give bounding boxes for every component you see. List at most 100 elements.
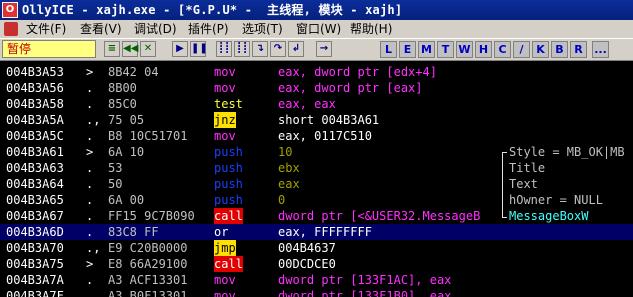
step-into-icon[interactable]: ┋┋: [216, 41, 232, 57]
menu-plugins[interactable]: 插件(P): [188, 21, 229, 37]
execute-till-return-icon[interactable]: ↲: [288, 41, 304, 57]
comment-bracket: [502, 152, 507, 218]
hex-dump: A3 B0F13301: [108, 289, 188, 297]
operand: eax, FFFFFFFF: [278, 225, 372, 239]
step-over-icon[interactable]: ┋┋: [234, 41, 250, 57]
address: 004B3A5A: [6, 113, 64, 127]
ollyice-window: O OllyICE - xajh.exe - [*G.P.U* - 主线程, 模…: [0, 0, 633, 297]
comment-line: Title: [509, 161, 546, 175]
mnemonic: test: [214, 97, 243, 111]
trace-over-icon[interactable]: ↷: [270, 41, 286, 57]
operand: eax, 0117C510: [278, 129, 372, 143]
hex-dump: 83C8 FF: [108, 225, 159, 239]
disasm-row[interactable]: 004B3A56. 8B00 mov eax, dword ptr [eax]: [0, 80, 633, 96]
hex-dump: 6A 00: [108, 193, 145, 207]
hex-dump: 50: [108, 177, 123, 191]
operand: short 004B3A61: [278, 113, 380, 127]
hex-dump: 85C0: [108, 97, 137, 111]
trace-into-icon[interactable]: ↴: [252, 41, 268, 57]
address: 004B3A61: [6, 145, 64, 159]
run-trace-button[interactable]: ...: [592, 41, 609, 58]
restart-icon[interactable]: ◀◀: [122, 41, 138, 57]
mnemonic: mov: [214, 65, 236, 79]
jump-marker: >: [86, 145, 94, 159]
modules-button[interactable]: E: [399, 41, 416, 58]
cpu-button[interactable]: C: [494, 41, 511, 58]
operand: dword ptr [133F1AC], eax: [278, 273, 452, 287]
pause-icon[interactable]: ❚❚: [190, 41, 208, 57]
mnemonic: call: [214, 256, 243, 272]
mnemonic: jnz: [214, 112, 236, 128]
mnemonic: push: [214, 161, 243, 175]
threads-button[interactable]: T: [437, 41, 454, 58]
menu-file[interactable]: 文件(F): [26, 21, 66, 37]
hex-dump: 8B00: [108, 81, 137, 95]
jump-marker: >: [86, 65, 94, 79]
patches-button[interactable]: /: [513, 41, 530, 58]
system-menu-icon[interactable]: [4, 22, 18, 36]
handles-button[interactable]: H: [475, 41, 492, 58]
disasm-row[interactable]: 004B3A70., E9 C20B0000 jmp 004B4637: [0, 240, 633, 256]
menu-debug[interactable]: 调试(D): [134, 21, 177, 37]
jump-marker: .: [86, 225, 94, 239]
address: 004B3A70: [6, 241, 64, 255]
comment-line: Text: [509, 177, 538, 191]
address: 004B3A7A: [6, 273, 64, 287]
memory-map-button[interactable]: M: [418, 41, 435, 58]
mnemonic: mov: [214, 129, 236, 143]
jump-marker: .: [86, 161, 94, 175]
menu-view[interactable]: 查看(V): [80, 21, 122, 37]
comment-line-api: MessageBoxW: [509, 209, 589, 223]
log-window-button[interactable]: L: [380, 41, 397, 58]
comment-box: Style = MB_OK|MB Title Text hOwner = NUL…: [499, 145, 633, 226]
mnemonic: or: [214, 225, 229, 239]
breakpoints-button[interactable]: B: [551, 41, 568, 58]
address: 004B3A67: [6, 209, 64, 223]
operand: dword ptr [133F1B0], eax: [278, 289, 452, 297]
run-icon[interactable]: ▶: [172, 41, 188, 57]
jump-marker: .: [86, 177, 94, 191]
disasm-row[interactable]: 004B3A7A. A3 ACF13301 mov dword ptr [133F1A…: [0, 272, 633, 288]
title-bar[interactable]: O OllyICE - xajh.exe - [*G.P.U* - 主线程, 模…: [0, 0, 633, 20]
hex-dump: FF15 9C7B090: [108, 209, 195, 223]
hex-dump: 75 05: [108, 113, 145, 127]
jump-marker: >: [86, 257, 94, 271]
jump-marker: .,: [86, 113, 101, 127]
menu-window[interactable]: 窗口(W): [296, 21, 341, 37]
operand: 0: [278, 193, 286, 207]
call-stack-button[interactable]: K: [532, 41, 549, 58]
mnemonic: mov: [214, 289, 236, 297]
menu-help[interactable]: 帮助(H): [350, 21, 392, 37]
open-icon[interactable]: ≡: [104, 41, 120, 57]
windows-button[interactable]: W: [456, 41, 473, 58]
disasm-row[interactable]: 004B3A5A., 75 05 jnz short 004B3A61: [0, 112, 633, 128]
disasm-row[interactable]: 004B3A53 >8B42 04 mov eax, dword ptr [edx+4…: [0, 64, 633, 80]
mnemonic: push: [214, 145, 243, 159]
address: 004B3A64: [6, 177, 64, 191]
references-button[interactable]: R: [570, 41, 587, 58]
mnemonic: call: [214, 208, 243, 224]
hex-dump: B8 10C51701: [108, 129, 188, 143]
address: 004B3A63: [6, 161, 64, 175]
operand: 00DCDCE0: [278, 257, 336, 271]
operand: 10: [278, 145, 293, 159]
jump-marker: .: [86, 129, 94, 143]
jump-marker: .: [86, 289, 94, 297]
close-icon[interactable]: ✕: [140, 41, 156, 57]
mnemonic: mov: [214, 81, 236, 95]
operand: eax, dword ptr [edx+4]: [278, 65, 437, 79]
mnemonic: jmp: [214, 240, 236, 256]
jump-marker: .: [86, 81, 94, 95]
disasm-row[interactable]: 004B3A75 > E8 66A29100 call 00DCDCE0: [0, 256, 633, 272]
comment-line: hOwner = NULL: [509, 193, 603, 207]
disasm-row[interactable]: 004B3A58. 85C0 test eax, eax: [0, 96, 633, 112]
disasm-row[interactable]: 004B3A7F. A3 B0F13301 mov dword ptr [133F1B…: [0, 288, 633, 297]
disasm-row[interactable]: 004B3A6D. 83C8 FF or eax, FFFFFFFF: [0, 224, 633, 240]
menu-options[interactable]: 选项(T): [242, 21, 283, 37]
jump-marker: .,: [86, 241, 101, 255]
app-icon: O: [2, 2, 18, 18]
goto-icon[interactable]: →: [316, 41, 332, 57]
toolbar: 暂停 ≡ ◀◀ ✕ ▶ ❚❚ ┋┋ ┋┋ ↴ ↷ ↲ → L E M T W H…: [0, 39, 633, 61]
address: 004B3A7F: [6, 289, 64, 297]
disasm-row[interactable]: 004B3A5C. B8 10C51701 mov eax, 0117C510: [0, 128, 633, 144]
